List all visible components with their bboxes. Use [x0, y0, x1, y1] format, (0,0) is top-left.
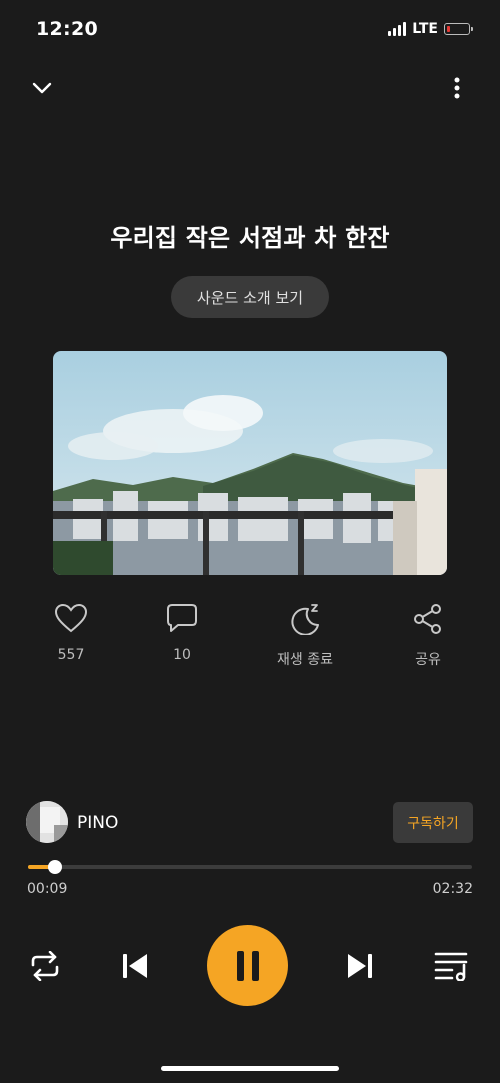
- progress-handle[interactable]: [47, 860, 62, 874]
- artist-name[interactable]: PINO: [77, 813, 118, 833]
- status-time: 12:20: [36, 18, 98, 40]
- home-indicator[interactable]: [161, 1066, 339, 1071]
- skip-previous-icon: [123, 954, 147, 978]
- chevron-down-icon: [32, 82, 52, 94]
- avatar-image: [26, 801, 68, 843]
- repeat-icon: [31, 951, 59, 981]
- like-count: 557: [57, 647, 85, 663]
- network-label: LTE: [412, 21, 438, 37]
- repeat-button[interactable]: [26, 945, 64, 987]
- comment-button[interactable]: 10: [137, 603, 227, 663]
- previous-button[interactable]: [118, 946, 152, 986]
- more-options-button[interactable]: [446, 74, 468, 102]
- status-indicators: LTE: [388, 21, 473, 37]
- pause-button[interactable]: [207, 925, 288, 1006]
- cover-art: [53, 351, 447, 575]
- avatar[interactable]: [26, 801, 68, 843]
- subscribe-button[interactable]: 구독하기: [393, 802, 473, 843]
- like-button[interactable]: 557: [26, 603, 116, 663]
- sleep-timer-label: 재생 종료: [277, 652, 333, 668]
- total-time: 02:32: [432, 881, 473, 897]
- progress-bar[interactable]: [28, 865, 472, 869]
- current-time: 00:09: [27, 881, 68, 897]
- signal-icon: [388, 22, 407, 36]
- playlist-icon: [434, 952, 468, 981]
- collapse-button[interactable]: [26, 74, 58, 102]
- share-label: 공유: [415, 652, 441, 668]
- more-vertical-icon: [454, 77, 460, 99]
- comment-icon: [167, 604, 197, 632]
- moon-sleep-icon: [291, 604, 319, 635]
- track-title: 우리집 작은 서점과 차 한잔: [110, 224, 390, 252]
- playlist-button[interactable]: [432, 945, 472, 987]
- next-button[interactable]: [343, 946, 377, 986]
- share-icon: [414, 604, 441, 634]
- battery-icon: [444, 23, 473, 35]
- pause-icon: [236, 950, 259, 981]
- battery-level: [447, 26, 450, 32]
- skip-next-icon: [348, 954, 372, 978]
- cover-image: [53, 351, 447, 575]
- heart-icon: [54, 603, 88, 633]
- sound-intro-button[interactable]: 사운드 소개 보기: [171, 276, 329, 318]
- comment-count: 10: [173, 647, 191, 663]
- share-button[interactable]: 공유: [383, 603, 473, 669]
- sleep-timer-button[interactable]: 재생 종료: [260, 603, 350, 669]
